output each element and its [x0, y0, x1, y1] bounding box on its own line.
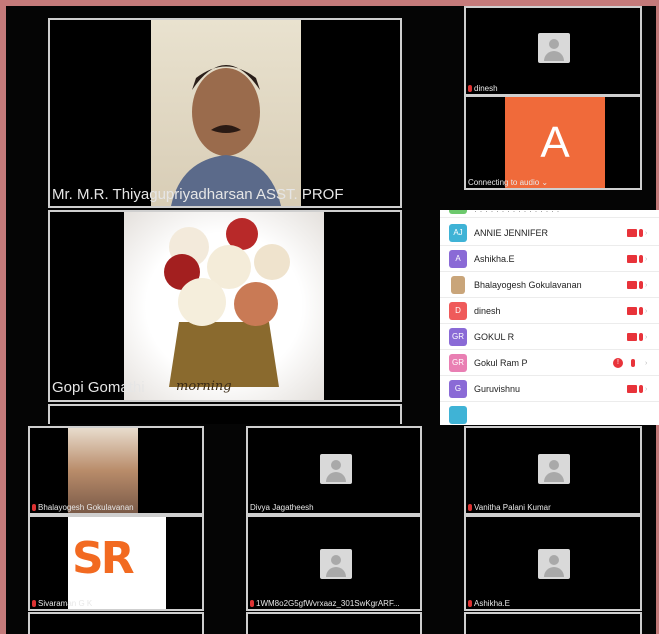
gallery-tile-partial[interactable] [246, 612, 422, 634]
speaker-video [151, 20, 301, 206]
gallery-tile-partial[interactable] [464, 612, 642, 634]
mic-muted-icon [468, 504, 472, 512]
list-item[interactable]: G Guruvishnu › [440, 376, 659, 402]
avatar-badge: G [449, 380, 467, 398]
speaker-video-tile[interactable]: Mr. M.R. Thiyagupriyadharsan ASST. PROF [48, 18, 402, 208]
mic-muted-icon [32, 504, 36, 512]
participant-name: dinesh [474, 306, 501, 316]
gallery-tile-partial[interactable] [28, 612, 204, 634]
video-mic-off-icon[interactable]: › [627, 229, 649, 237]
participant-video-tile[interactable]: Gopi Gomathi morning [48, 210, 402, 402]
gallery-tile[interactable]: Divya Jagatheesh [246, 426, 422, 515]
participant-name: Gopi Gomathi [52, 379, 145, 396]
tile-name: Bhalayogesh Gokulavanan [38, 503, 134, 512]
avatar-badge: AJ [449, 224, 467, 242]
tile-name: Ashikha.E [474, 599, 511, 608]
avatar-badge: GR [449, 354, 467, 372]
video-mic-off-icon[interactable]: › [627, 359, 649, 367]
participant-tile-a[interactable]: A Connecting to audio ⌄ [464, 95, 642, 190]
gallery-tile[interactable]: Bhalayogesh Gokulavanan [28, 426, 204, 515]
video-mic-off-icon[interactable]: › [627, 333, 649, 341]
sr-logo: SR [68, 517, 166, 609]
person-silhouette [171, 65, 281, 206]
overlay-text: morning [176, 379, 232, 394]
avatar-placeholder-icon [538, 33, 570, 63]
gallery-tile[interactable]: SR Sivaraman G K [28, 515, 204, 611]
list-item[interactable]: GR GOKUL R › [440, 324, 659, 350]
video-mic-off-icon[interactable]: › [627, 385, 649, 393]
participant-name: Gokul Ram P [474, 358, 528, 368]
avatar-initial: A [505, 97, 605, 188]
video-mic-off-icon[interactable]: › [627, 281, 649, 289]
participant-video-tile-partial[interactable] [48, 404, 402, 424]
participant-name: GOKUL R [474, 332, 515, 342]
video-mic-off-icon[interactable]: › [627, 255, 649, 263]
alert-icon: ! [613, 358, 623, 368]
participants-list[interactable]: · · · · · · · · · · · · · · · · AJ ANNIE… [440, 210, 659, 425]
list-item[interactable]: A Ashikha.E › [440, 246, 659, 272]
list-item[interactable]: Bhalayogesh Gokulavanan › [440, 272, 659, 298]
avatar-placeholder-icon [320, 454, 352, 484]
roses-image [124, 212, 324, 400]
avatar-photo [451, 276, 465, 294]
participant-name: Ashikha.E [474, 254, 515, 264]
tile-name: 1WM8o2G5gfWvrxaaz_301SwKgrARF... [256, 599, 400, 608]
participant-photo [68, 428, 138, 513]
participant-tile-dinesh[interactable]: dinesh [464, 6, 642, 96]
logo-text: SR [72, 533, 135, 584]
video-mic-off-icon[interactable]: › [627, 307, 649, 315]
tile-name: Vanitha Palani Kumar [474, 503, 551, 512]
mic-muted-icon [32, 600, 36, 608]
participant-name: ANNIE JENNIFER [474, 228, 549, 238]
mic-muted-icon [468, 85, 472, 93]
avatar-badge: GR [449, 328, 467, 346]
list-item[interactable]: · · · · · · · · · · · · · · · · [440, 210, 659, 218]
gallery-tile[interactable]: Ashikha.E [464, 515, 642, 611]
list-item[interactable]: D dinesh › [440, 298, 659, 324]
mic-muted-icon [468, 600, 472, 608]
avatar-badge: D [449, 302, 467, 320]
avatar-placeholder-icon [538, 454, 570, 484]
tile-name: Divya Jagatheesh [250, 503, 314, 512]
list-item[interactable]: GR Gokul Ram P ! › [440, 350, 659, 376]
speaker-name: Mr. M.R. Thiyagupriyadharsan ASST. PROF [52, 186, 344, 203]
audio-status[interactable]: Connecting to audio ⌄ [468, 178, 548, 187]
participant-name: Guruvishnu [474, 384, 521, 394]
gallery-tile[interactable]: 1WM8o2G5gfWvrxaaz_301SwKgrARF... [246, 515, 422, 611]
avatar-badge: A [449, 250, 467, 268]
participant-name: Bhalayogesh Gokulavanan [474, 280, 582, 290]
list-item[interactable] [440, 402, 659, 425]
avatar-placeholder-icon [538, 549, 570, 579]
mic-muted-icon [250, 600, 254, 608]
list-item[interactable]: AJ ANNIE JENNIFER › [440, 220, 659, 246]
tile-name: dinesh [474, 84, 498, 93]
gallery-tile[interactable]: Vanitha Palani Kumar [464, 426, 642, 515]
avatar-placeholder-icon [320, 549, 352, 579]
tile-name: Sivaraman G K [38, 599, 93, 608]
